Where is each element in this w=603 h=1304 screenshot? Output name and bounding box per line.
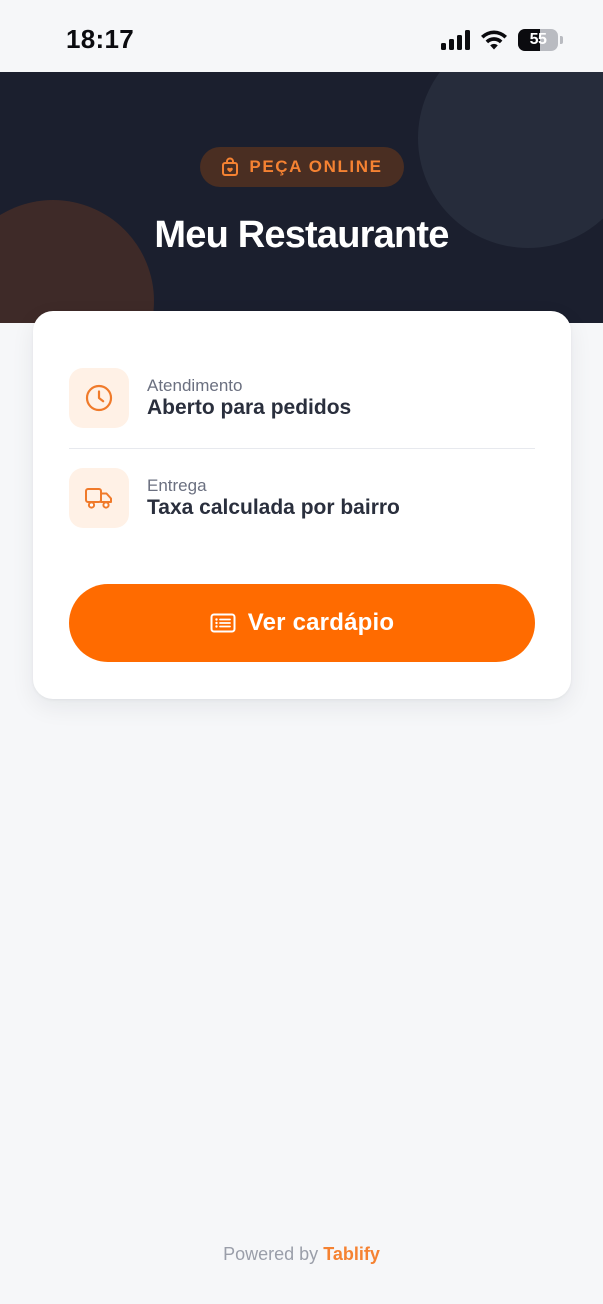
- shopping-bag-icon: [222, 157, 239, 176]
- status-time: 18:17: [66, 24, 134, 54]
- info-icon-box: [69, 368, 129, 428]
- status-icons: 55: [441, 28, 563, 52]
- divider: [69, 448, 535, 449]
- order-online-badge: PEÇA ONLINE: [200, 147, 404, 187]
- info-icon-box: [69, 468, 129, 528]
- info-value: Taxa calculada por bairro: [147, 496, 400, 519]
- badge-label: PEÇA ONLINE: [249, 157, 383, 176]
- info-row-service: Atendimento Aberto para pedidos: [69, 368, 535, 428]
- info-row-delivery: Entrega Taxa calculada por bairro: [69, 468, 535, 528]
- app-screen: 18:17 55 PEÇA ONLINE Meu Restaurante Ate…: [0, 0, 603, 1304]
- view-menu-button[interactable]: Ver cardápio: [69, 584, 535, 662]
- footer-brand-link[interactable]: Tablify: [323, 1244, 380, 1264]
- battery-nub: [560, 36, 563, 44]
- clock-icon: [85, 384, 113, 412]
- info-card: Atendimento Aberto para pedidos Entrega …: [33, 311, 571, 699]
- menu-list-icon: [210, 613, 236, 633]
- battery-icon: 55: [518, 29, 558, 51]
- powered-by-footer: Powered by Tablify: [0, 1244, 603, 1265]
- truck-icon: [85, 488, 112, 509]
- view-menu-label: Ver cardápio: [247, 609, 395, 636]
- status-bar: 18:17 55: [0, 0, 603, 72]
- info-label: Entrega: [147, 476, 207, 495]
- info-value: Aberto para pedidos: [147, 396, 352, 419]
- wifi-icon: [481, 30, 507, 50]
- footer-prefix: Powered by: [223, 1244, 324, 1264]
- battery-percent: 55: [529, 31, 547, 48]
- info-label: Atendimento: [147, 376, 243, 395]
- hero-header: PEÇA ONLINE Meu Restaurante: [0, 72, 603, 323]
- restaurant-name: Meu Restaurante: [154, 214, 449, 256]
- signal-icon: [441, 30, 470, 50]
